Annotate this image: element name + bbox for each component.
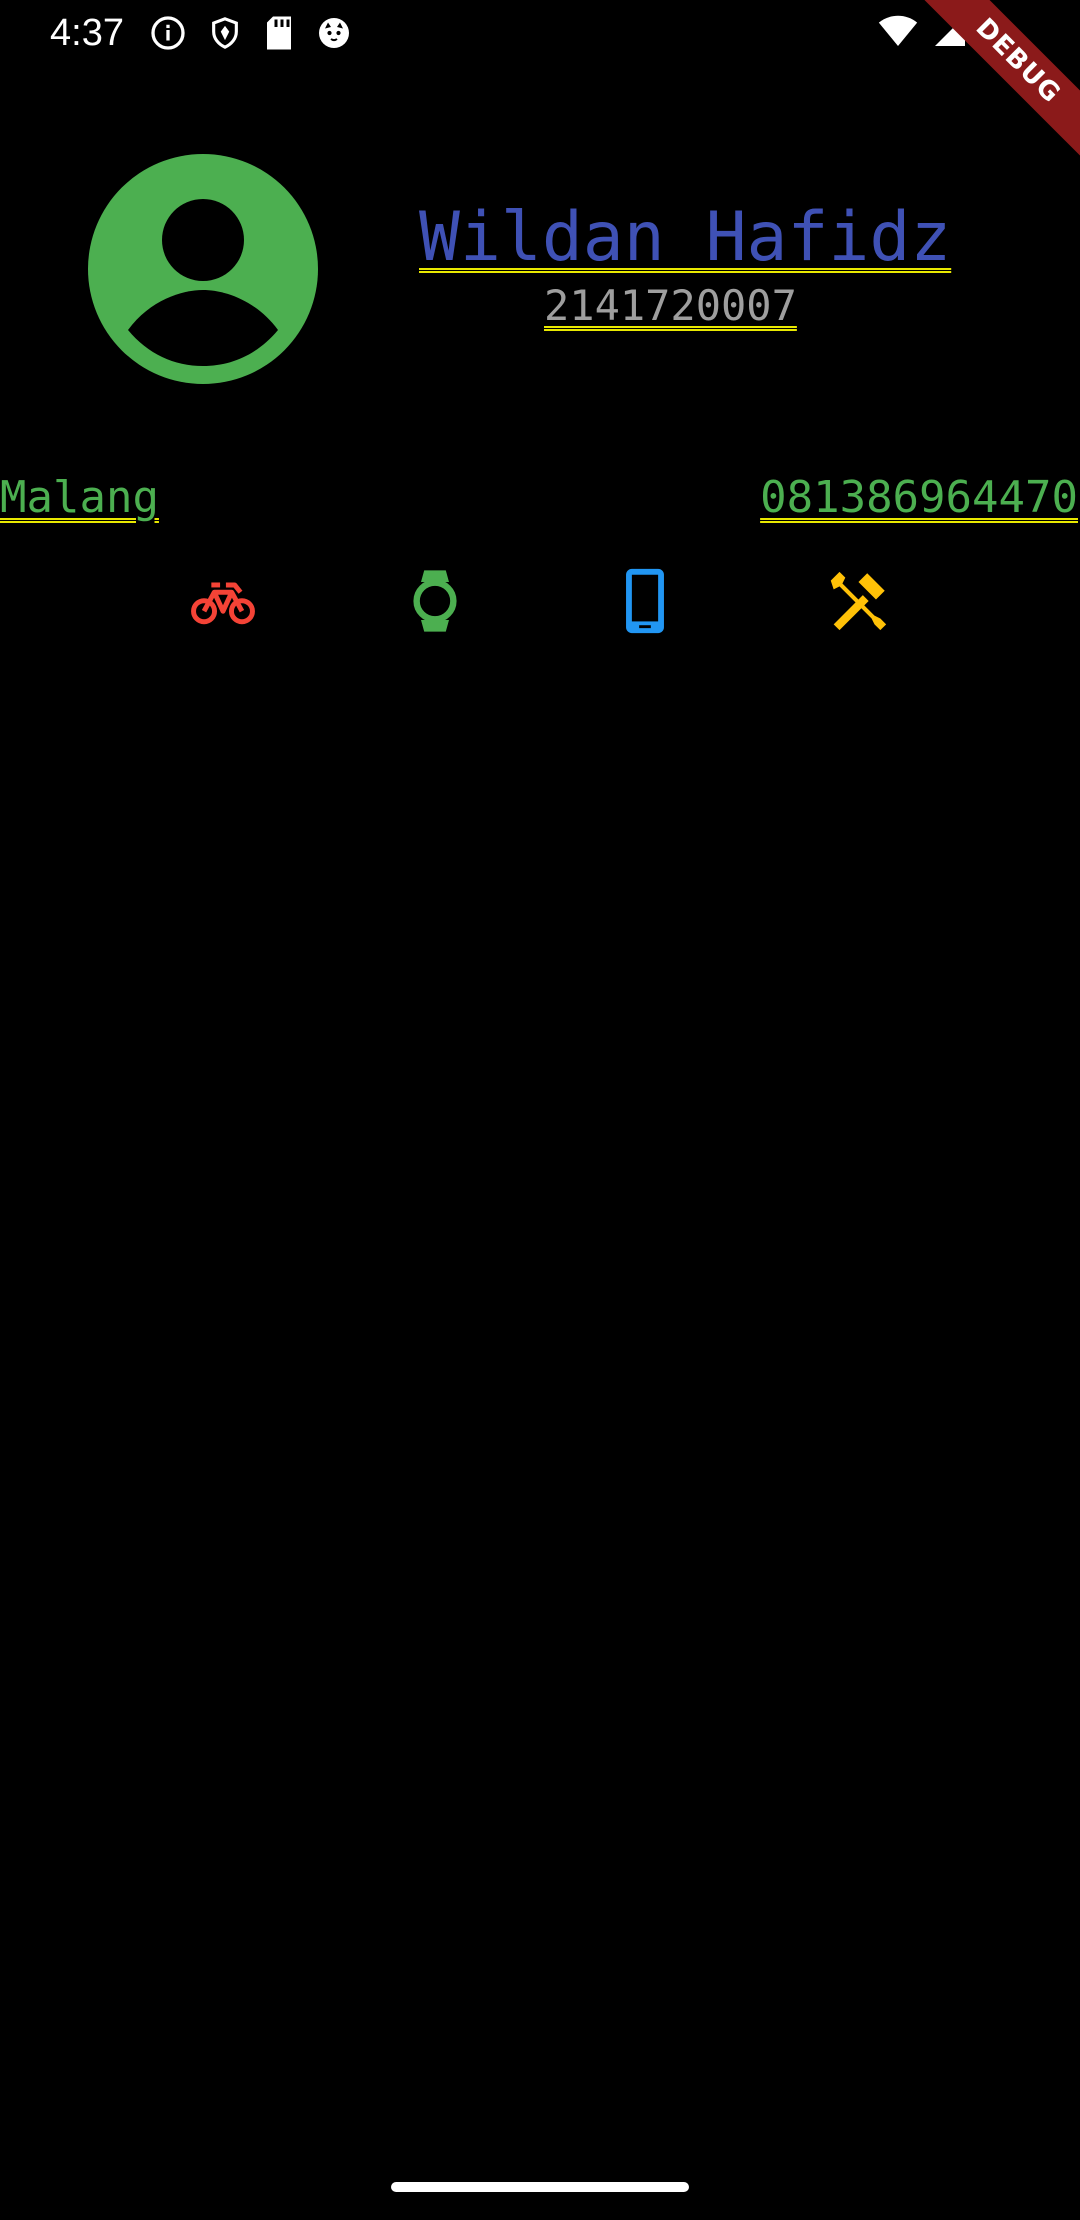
profile-name: Wildan Hafidz (419, 198, 952, 277)
profile-phone: 081386964470 (760, 472, 1078, 523)
home-indicator[interactable] (391, 2182, 689, 2192)
hobby-icon-row (0, 566, 1080, 636)
debug-banner-label: DEBUG (910, 0, 1080, 170)
account-circle-icon (88, 154, 318, 384)
watch-icon (400, 566, 470, 636)
debug-banner: DEBUG (910, 0, 1080, 170)
status-time: 4:37 (50, 12, 124, 54)
bike-icon (188, 566, 258, 636)
smartphone-icon (610, 566, 680, 636)
shield-icon (208, 15, 242, 51)
profile-city: Malang (0, 472, 159, 523)
status-icons-left (150, 14, 352, 52)
info-icon (150, 15, 186, 51)
cat-face-icon (316, 15, 352, 51)
profile-nim: 2141720007 (544, 281, 797, 330)
sd-card-icon (264, 15, 294, 51)
tools-icon (822, 566, 892, 636)
